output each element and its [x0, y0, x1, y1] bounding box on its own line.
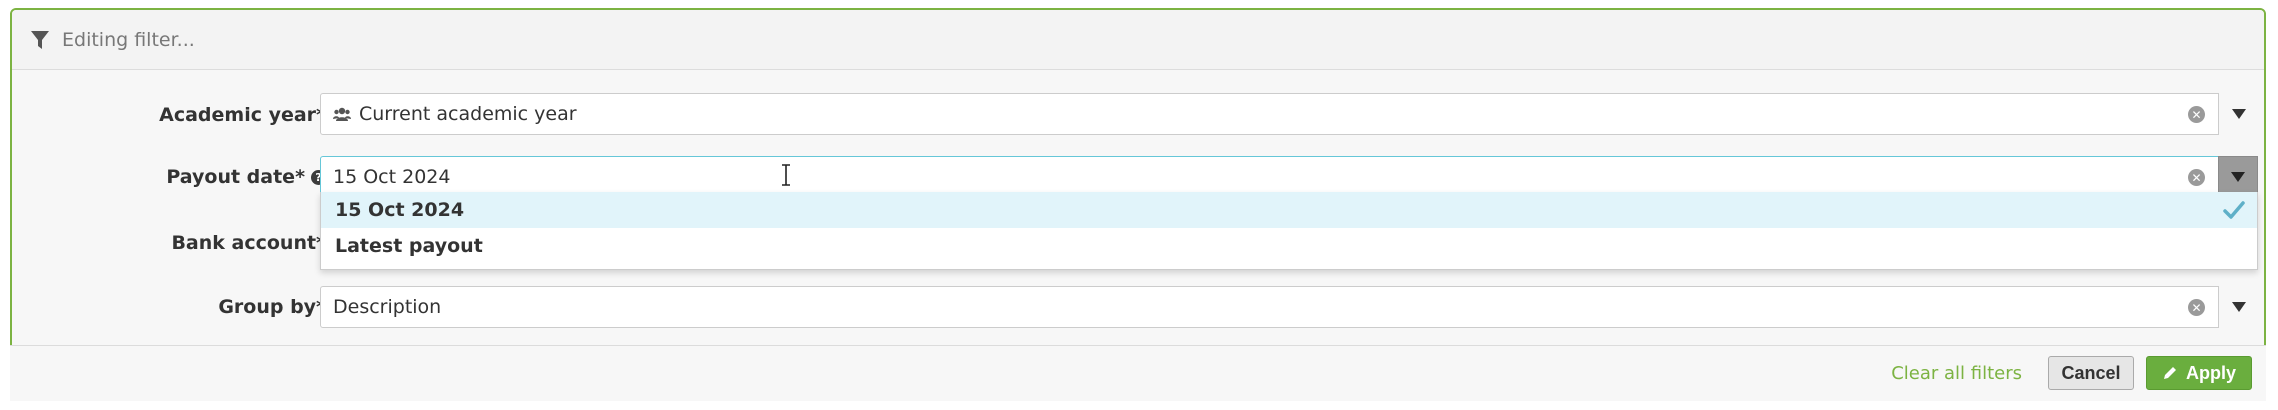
filter-panel-footer: Clear all filters Cancel Apply: [10, 345, 2266, 401]
academic-year-select[interactable]: Current academic year ✕: [320, 93, 2258, 135]
cancel-button[interactable]: Cancel: [2048, 356, 2134, 390]
caret-down-icon: [2231, 109, 2246, 119]
bank-account-label-text: Bank account*: [171, 232, 326, 254]
clear-academic-year-icon[interactable]: ✕: [2188, 106, 2205, 123]
caret-down-icon: [2231, 172, 2245, 182]
academic-year-label: Academic year*: [159, 98, 326, 132]
payout-date-label: Payout date* ?: [166, 160, 326, 194]
apply-button[interactable]: Apply: [2146, 356, 2252, 390]
filter-panel-title: Editing filter...: [62, 28, 195, 51]
group-by-label: Group by*: [218, 290, 326, 324]
group-by-value: Description: [333, 296, 442, 318]
payout-date-label-text: Payout date*: [166, 166, 305, 188]
group-by-dropdown-toggle[interactable]: [2218, 286, 2258, 328]
filter-panel-header: Editing filter...: [12, 10, 2264, 70]
academic-year-dropdown-toggle[interactable]: [2218, 93, 2258, 135]
clear-group-by-icon[interactable]: ✕: [2188, 299, 2205, 316]
check-icon: [2223, 201, 2245, 219]
dropdown-option-label: 15 Oct 2024: [335, 199, 465, 221]
clear-payout-date-icon[interactable]: ✕: [2188, 169, 2205, 186]
filter-icon: [30, 29, 50, 51]
apply-button-label: Apply: [2185, 362, 2236, 383]
pencil-icon: [2162, 365, 2178, 381]
payout-date-dropdown-menu: 15 Oct 2024 Latest payout: [320, 192, 2258, 270]
users-icon: [333, 106, 351, 122]
group-by-label-text: Group by*: [218, 296, 326, 318]
dropdown-option[interactable]: 15 Oct 2024: [321, 192, 2257, 228]
clear-all-filters-link[interactable]: Clear all filters: [1891, 346, 2022, 400]
dropdown-option-label: Latest payout: [335, 235, 483, 257]
academic-year-label-text: Academic year*: [159, 104, 326, 126]
text-cursor-icon: [782, 164, 790, 186]
caret-down-icon: [2231, 302, 2246, 312]
academic-year-value: Current academic year: [359, 103, 577, 125]
bank-account-label: Bank account*: [171, 226, 326, 260]
payout-date-value: 15 Oct 2024: [333, 166, 451, 188]
dropdown-option[interactable]: Latest payout: [321, 228, 2257, 264]
group-by-select[interactable]: Description ✕: [320, 286, 2258, 328]
